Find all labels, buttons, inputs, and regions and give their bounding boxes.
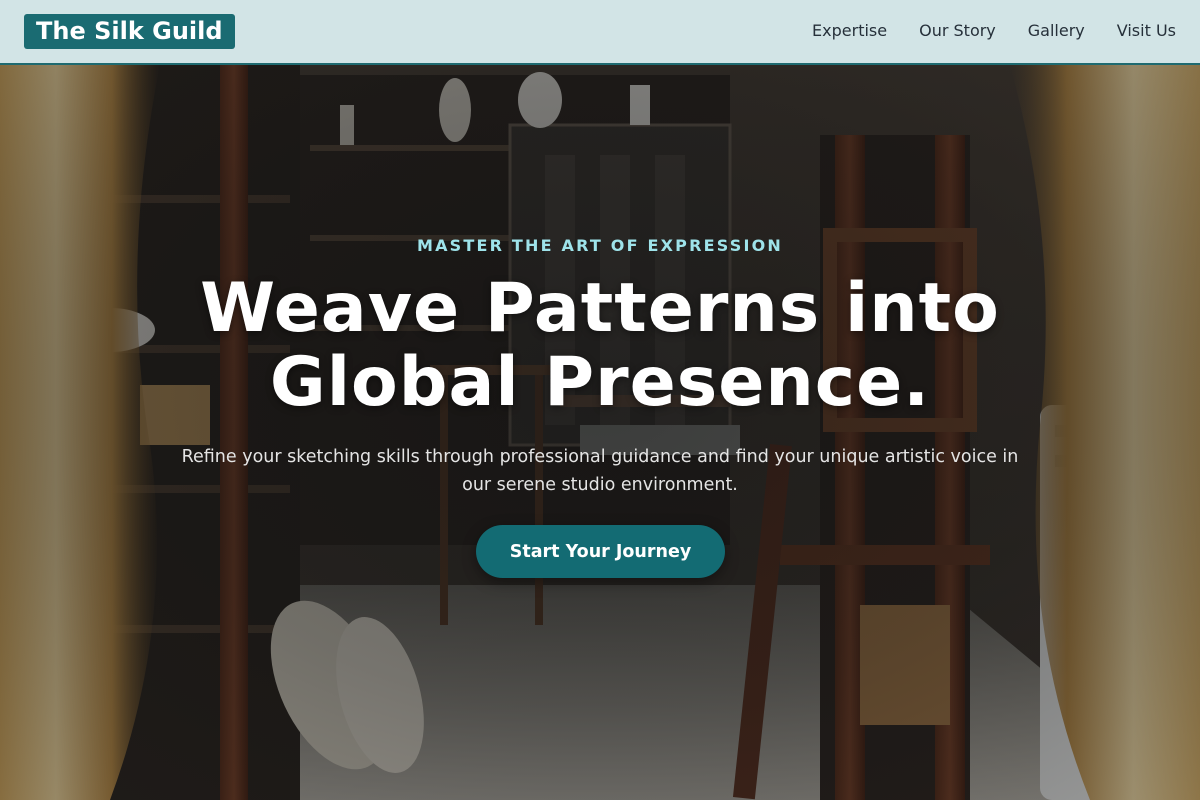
brand-logo[interactable]: The Silk Guild: [24, 14, 235, 49]
hero-subtext: Refine your sketching skills through pro…: [181, 447, 1019, 495]
main-nav: Expertise Our Story Gallery Visit Us: [812, 20, 1176, 42]
hero-headline-line1: Weave Patterns into: [200, 269, 1000, 348]
hero-headline-line2: Global Presence.: [269, 343, 931, 422]
hero-headline: Weave Patterns into Global Presence.: [100, 272, 1100, 420]
hero-content: MASTER THE ART OF EXPRESSION Weave Patte…: [0, 0, 1200, 800]
nav-visit-us[interactable]: Visit Us: [1117, 20, 1176, 42]
start-journey-button[interactable]: Start Your Journey: [476, 525, 725, 578]
nav-our-story[interactable]: Our Story: [919, 20, 996, 42]
hero-eyebrow: MASTER THE ART OF EXPRESSION: [416, 236, 784, 255]
site-header: The Silk Guild Expertise Our Story Galle…: [0, 0, 1200, 65]
nav-expertise[interactable]: Expertise: [812, 20, 887, 42]
nav-gallery[interactable]: Gallery: [1028, 20, 1085, 42]
